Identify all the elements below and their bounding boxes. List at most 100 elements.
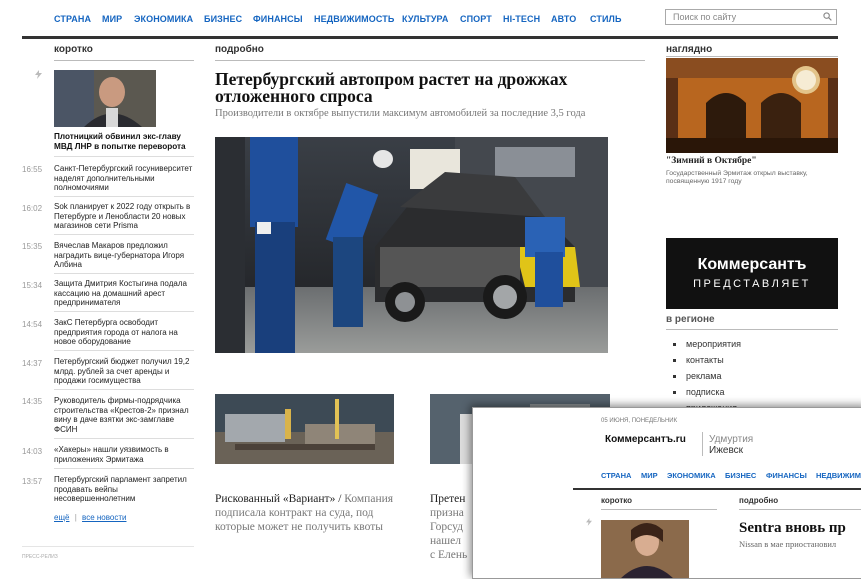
region-link-contacts[interactable]: контакты <box>673 355 724 365</box>
news-time: 15:35 <box>22 242 43 251</box>
news-item[interactable]: Руководитель фирмы-подрядчика строительс… <box>54 396 194 434</box>
news-time: 15:34 <box>22 281 43 290</box>
overlay-window[interactable]: 05 ИЮНЯ, ПОНЕДЕЛЬНИК Коммерсантъ.ru Удму… <box>472 407 861 579</box>
popup-story-photo[interactable] <box>601 520 689 578</box>
divider <box>54 60 194 61</box>
story2-title: Рискованный «Вариант» <box>215 493 336 505</box>
news-time: 14:03 <box>22 447 43 456</box>
divider <box>54 311 194 312</box>
divider <box>739 509 861 510</box>
popup-nav-link[interactable]: БИЗНЕС <box>725 471 756 480</box>
story3-line: с Елень <box>430 549 468 561</box>
news-time: 14:35 <box>22 397 43 406</box>
region-link-subscription[interactable]: подписка <box>672 387 724 397</box>
divider <box>666 56 838 57</box>
nav-link-world[interactable]: МИР <box>102 14 122 24</box>
story2-caption[interactable]: Рискованный «Вариант» / Компания подписа… <box>215 492 405 534</box>
nav-link-finance[interactable]: ФИНАНСЫ <box>253 14 303 24</box>
region-link-ads[interactable]: реклама <box>673 371 722 381</box>
divider <box>54 389 194 390</box>
lightning-icon <box>586 518 592 526</box>
search-input[interactable]: Поиск по сайту <box>665 9 837 25</box>
popup-region[interactable]: Удмуртия <box>709 434 753 445</box>
popup-header-rule <box>573 488 861 490</box>
nav-link-hitech[interactable]: HI-TECH <box>503 14 540 24</box>
news-time: 13:57 <box>22 477 43 486</box>
news-item[interactable]: Вячеслав Макаров предложил наградить виц… <box>54 241 194 270</box>
nav-link-realty[interactable]: НЕДВИЖИМОСТЬ <box>314 14 394 24</box>
section-region-title: в регионе <box>666 314 715 325</box>
divider <box>666 329 838 330</box>
ad-brand: Коммерсантъ <box>697 256 807 273</box>
region-link-events[interactable]: мероприятия <box>672 339 741 349</box>
search-placeholder: Поиск по сайту <box>673 12 737 22</box>
story2-photo[interactable] <box>215 394 394 464</box>
popup-logo[interactable]: Коммерсантъ.ru <box>605 434 686 445</box>
popup-date: 05 ИЮНЯ, ПОНЕДЕЛЬНИК <box>601 418 678 424</box>
main-headline[interactable]: Петербургский автопром растет на дрожжах… <box>215 70 645 105</box>
section-short-title: коротко <box>54 44 93 55</box>
divider <box>54 468 194 469</box>
popup-city[interactable]: Ижевск <box>709 445 743 456</box>
nav-link-business[interactable]: БИЗНЕС <box>204 14 242 24</box>
kommersant-ad-banner[interactable]: Коммерсантъ ПРЕДСТАВЛЯЕТ <box>666 238 838 309</box>
popup-nav-link[interactable]: СТРАНА <box>601 471 631 480</box>
divider <box>54 350 194 351</box>
news-time: 14:54 <box>22 320 43 329</box>
divider <box>601 509 717 510</box>
popup-subheadline: Nissan в мае приостановил <box>739 539 837 549</box>
main-subheadline: Производители в октябре выпустили максим… <box>215 108 586 119</box>
story3-line: призна <box>430 507 464 519</box>
visual-title[interactable]: "Зимний в Октябре" <box>666 156 838 166</box>
nav-link-culture[interactable]: КУЛЬТУРА <box>402 14 448 24</box>
nav-link-style[interactable]: СТИЛЬ <box>590 14 622 24</box>
divider <box>22 546 194 547</box>
nav-link-sport[interactable]: СПОРТ <box>460 14 492 24</box>
link-separator: | <box>74 513 77 522</box>
top-story-photo[interactable] <box>54 70 156 127</box>
story3-caption[interactable]: Претен призна Горсуд нашел с Елень <box>430 492 475 562</box>
all-news-link[interactable]: все новости <box>82 513 126 522</box>
top-story-title[interactable]: Плотницкий обвинил экс-главу МВД ЛНР в п… <box>54 132 196 152</box>
visual-description: Государственный Эрмитаж открыл выставку,… <box>666 170 808 185</box>
section-detail-title: подробно <box>215 44 264 55</box>
story3-line: Претен <box>430 493 466 505</box>
news-item[interactable]: Санкт-Петербургский госуниверситет надел… <box>54 164 194 193</box>
nav-link-country[interactable]: СТРАНА <box>54 14 91 24</box>
news-item[interactable]: ЗакС Петербурга освободит предприятия го… <box>54 318 194 347</box>
search-icon[interactable] <box>823 12 832 21</box>
news-item[interactable]: Sok планирует к 2022 году открыть в Пете… <box>54 202 194 231</box>
popup-headline[interactable]: Sentra вновь пр <box>739 520 846 537</box>
popup-nav-link[interactable]: НЕДВИЖИМОСТЬ <box>816 471 861 480</box>
ad-tagline: ПРЕДСТАВЛЯЕТ <box>693 278 811 290</box>
story3-line: нашел <box>430 535 461 547</box>
divider <box>54 234 194 235</box>
lightning-icon <box>35 70 42 79</box>
visual-photo[interactable] <box>666 58 838 153</box>
nav-link-auto[interactable]: АВТО <box>551 14 576 24</box>
popup-nav-link[interactable]: ЭКОНОМИКА <box>667 471 716 480</box>
popup-detail-title: подробно <box>739 496 779 505</box>
section-visual-title: наглядно <box>666 44 713 55</box>
news-time: 16:02 <box>22 204 43 213</box>
news-item[interactable]: «Хакеры» нашли уязвимость в приложениях … <box>54 445 194 464</box>
divider <box>54 438 194 439</box>
divider <box>215 60 645 61</box>
more-links: ещё | все новости <box>54 513 126 522</box>
more-link[interactable]: ещё <box>54 513 69 522</box>
news-item[interactable]: Петербургский парламент запретил продава… <box>54 475 194 504</box>
divider <box>702 432 703 456</box>
main-story-photo[interactable] <box>215 137 608 353</box>
divider <box>54 156 194 157</box>
news-time: 16:55 <box>22 165 43 174</box>
news-item[interactable]: Защита Дмитрия Костыгина подала кассацию… <box>54 279 194 308</box>
story2-separator: / <box>335 493 345 505</box>
news-item[interactable]: Петербургский бюджет получил 19,2 млрд. … <box>54 357 194 386</box>
news-time: 14:37 <box>22 359 43 368</box>
divider <box>54 273 194 274</box>
popup-nav-link[interactable]: ФИНАНСЫ <box>766 471 807 480</box>
divider <box>54 196 194 197</box>
nav-link-economy[interactable]: ЭКОНОМИКА <box>134 14 193 24</box>
popup-nav-link[interactable]: МИР <box>641 471 658 480</box>
story3-line: Горсуд <box>430 521 463 533</box>
